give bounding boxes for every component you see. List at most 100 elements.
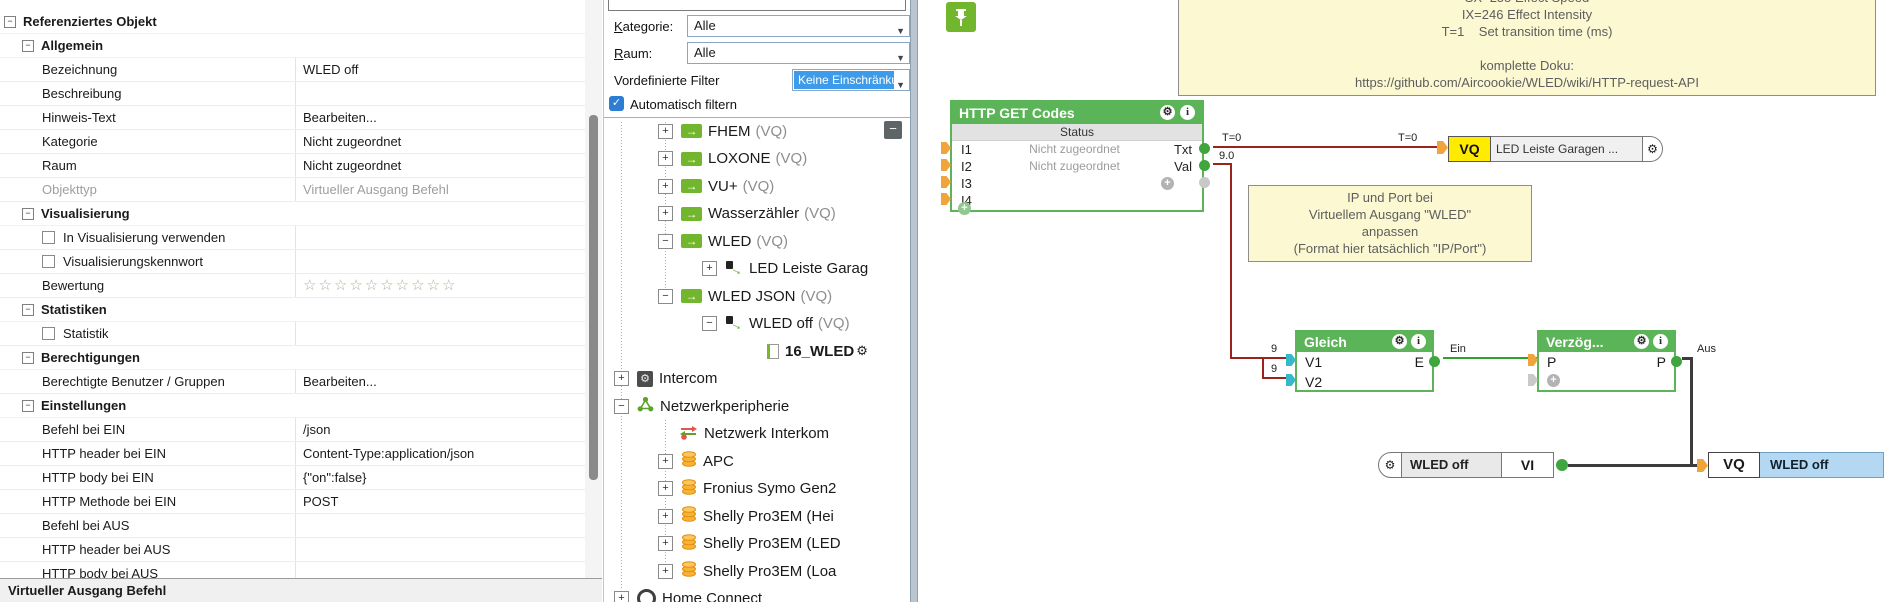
property-group-header[interactable]: − Visualisierung (0, 202, 585, 226)
add-input-button[interactable]: + (1547, 374, 1560, 387)
search-input[interactable] (608, 0, 906, 11)
property-value[interactable] (296, 322, 585, 345)
vq-target-label-selected[interactable]: WLED off (1760, 452, 1884, 478)
expand-icon[interactable]: + (658, 123, 673, 139)
property-value[interactable] (296, 250, 585, 273)
tree-item[interactable]: + ⚙ Intercom (604, 366, 920, 392)
property-row[interactable]: Objekttyp Virtueller Ausgang Befehl (0, 178, 585, 202)
property-value[interactable]: Content-Type:application/json (296, 442, 585, 465)
input-port-v1[interactable] (1286, 354, 1296, 366)
property-value[interactable]: Nicht zugeordnet (296, 130, 585, 153)
property-value[interactable] (296, 226, 585, 249)
expand-icon[interactable]: + (658, 206, 673, 221)
note-ip-port[interactable]: IP und Port bei Virtuellem Ausgang "WLED"… (1248, 185, 1532, 262)
property-group-header[interactable]: − Statistiken (0, 298, 585, 322)
gleich-node[interactable]: Gleich ⚙ i V1 E V2 (1286, 330, 1440, 392)
node-header[interactable]: HTTP GET Codes ⚙ i (952, 102, 1202, 124)
gear-icon[interactable]: ⚙ (1160, 105, 1175, 120)
expand-icon[interactable]: + (658, 178, 673, 194)
expand-icon[interactable]: + (658, 151, 673, 166)
property-row[interactable]: Befehl bei AUS (0, 514, 585, 538)
info-icon[interactable]: i (1180, 105, 1195, 120)
expand-icon[interactable]: + (658, 508, 673, 524)
input-port-i2[interactable] (941, 159, 951, 171)
input-port-v2[interactable] (1286, 374, 1296, 386)
property-row[interactable]: Beschreibung (0, 82, 585, 106)
property-row[interactable]: Bewertung ☆☆☆☆☆☆☆☆☆☆ (0, 274, 585, 298)
vi-port-badge[interactable]: VI (1502, 452, 1554, 478)
collapse-group-icon[interactable]: − (22, 351, 34, 364)
automatisch-filtern-checkbox[interactable]: ✓ (609, 96, 624, 111)
output-port-txt[interactable] (1199, 143, 1210, 154)
property-row[interactable]: HTTP body bei EIN {"on":false} (0, 466, 585, 490)
properties-scrollbar[interactable] (585, 0, 602, 578)
expand-icon[interactable]: + (658, 563, 673, 579)
property-row[interactable]: HTTP header bei EIN Content-Type:applicat… (0, 442, 585, 466)
output-port-p[interactable] (1671, 356, 1682, 367)
expand-icon[interactable]: + (702, 261, 717, 276)
collapse-icon[interactable]: − (614, 398, 629, 414)
scrollbar-thumb[interactable] (589, 115, 598, 480)
output-port-spare[interactable] (1199, 177, 1210, 188)
kategorie-select[interactable]: Alle ▼ (687, 15, 910, 37)
property-row[interactable]: Hinweis-Text Bearbeiten... (0, 106, 585, 130)
property-row[interactable]: HTTP Methode bei EIN POST (0, 490, 585, 514)
info-icon[interactable]: i (1411, 334, 1426, 349)
expand-icon[interactable]: + (658, 536, 673, 551)
property-row[interactable]: Berechtigte Benutzer / Gruppen Bearbeiten… (0, 370, 585, 394)
property-value[interactable]: /json (296, 418, 585, 441)
rating-stars[interactable]: ☆☆☆☆☆☆☆☆☆☆ (296, 274, 585, 297)
property-row[interactable]: Raum Nicht zugeordnet (0, 154, 585, 178)
property-value[interactable] (296, 538, 585, 561)
info-icon[interactable]: i (1653, 334, 1668, 349)
node-header[interactable]: Gleich ⚙ i (1297, 332, 1432, 352)
property-row[interactable]: Visualisierungskennwort (0, 250, 585, 274)
input-port-spare[interactable] (1528, 374, 1538, 386)
note-wled-api[interactable]: SX=255 Effect SpeedIX=246 Effect Intensi… (1178, 0, 1876, 96)
collapse-group-icon[interactable]: − (22, 303, 34, 316)
property-group-header[interactable]: − Allgemein (0, 34, 585, 58)
chip-gear-button[interactable]: ⚙ (1378, 452, 1402, 478)
gear-icon[interactable]: ⚙ (1392, 334, 1407, 349)
node-header[interactable]: Verzög... ⚙ i (1539, 332, 1674, 352)
expand-icon[interactable]: + (614, 591, 629, 602)
property-checkbox[interactable] (42, 327, 55, 340)
input-port-i3[interactable] (941, 176, 951, 188)
property-value[interactable]: Nicht zugeordnet (296, 154, 585, 177)
chip-output-port[interactable] (1556, 459, 1568, 471)
collapse-icon[interactable]: − (658, 233, 673, 249)
output-port-val[interactable] (1199, 160, 1210, 171)
property-checkbox[interactable] (42, 255, 55, 268)
expand-icon[interactable]: + (614, 371, 629, 386)
property-group-header[interactable]: − Referenziertes Objekt (0, 10, 585, 34)
property-row[interactable]: Bezeichnung WLED off (0, 58, 585, 82)
http-get-codes-node[interactable]: HTTP GET Codes ⚙ i Status I1 Nicht zugeo… (941, 100, 1210, 215)
property-value[interactable] (296, 514, 585, 537)
vi-source-label[interactable]: WLED off (1402, 452, 1502, 478)
tree-item[interactable]: + Home Connect (604, 586, 920, 602)
gear-icon[interactable]: ⚙ (856, 343, 868, 359)
property-value[interactable]: Bearbeiten... (296, 370, 585, 393)
property-row[interactable]: Statistik (0, 322, 585, 346)
panel-splitter[interactable] (910, 0, 918, 602)
vordefinierte-filter-select[interactable]: Keine Einschränkung ▼ (792, 69, 910, 91)
input-port-i4[interactable] (941, 193, 951, 205)
pin-button[interactable] (946, 2, 976, 32)
collapse-all-button[interactable]: − (884, 121, 902, 139)
property-row[interactable]: Kategorie Nicht zugeordnet (0, 130, 585, 154)
collapse-group-icon[interactable]: − (22, 39, 34, 52)
collapse-icon[interactable]: − (658, 288, 673, 304)
add-output-button[interactable]: + (1161, 177, 1174, 190)
expand-icon[interactable]: + (658, 453, 673, 469)
property-value[interactable]: {"on":false} (296, 466, 585, 489)
tree-item[interactable]: − Netzwerkperipherie (604, 393, 920, 419)
property-row[interactable]: In Visualisierung verwenden (0, 226, 585, 250)
collapse-icon[interactable]: − (702, 316, 717, 331)
property-value[interactable] (296, 82, 585, 105)
vq-target-label[interactable]: LED Leiste Garagen ... (1491, 136, 1643, 162)
collapse-group-icon[interactable]: − (22, 399, 34, 412)
property-row[interactable]: Befehl bei EIN/json (0, 418, 585, 442)
output-port-e[interactable] (1429, 356, 1440, 367)
property-row[interactable]: HTTP header bei AUS (0, 538, 585, 562)
section-header-virtueller-ausgang[interactable]: Virtueller Ausgang Befehl (0, 578, 602, 602)
